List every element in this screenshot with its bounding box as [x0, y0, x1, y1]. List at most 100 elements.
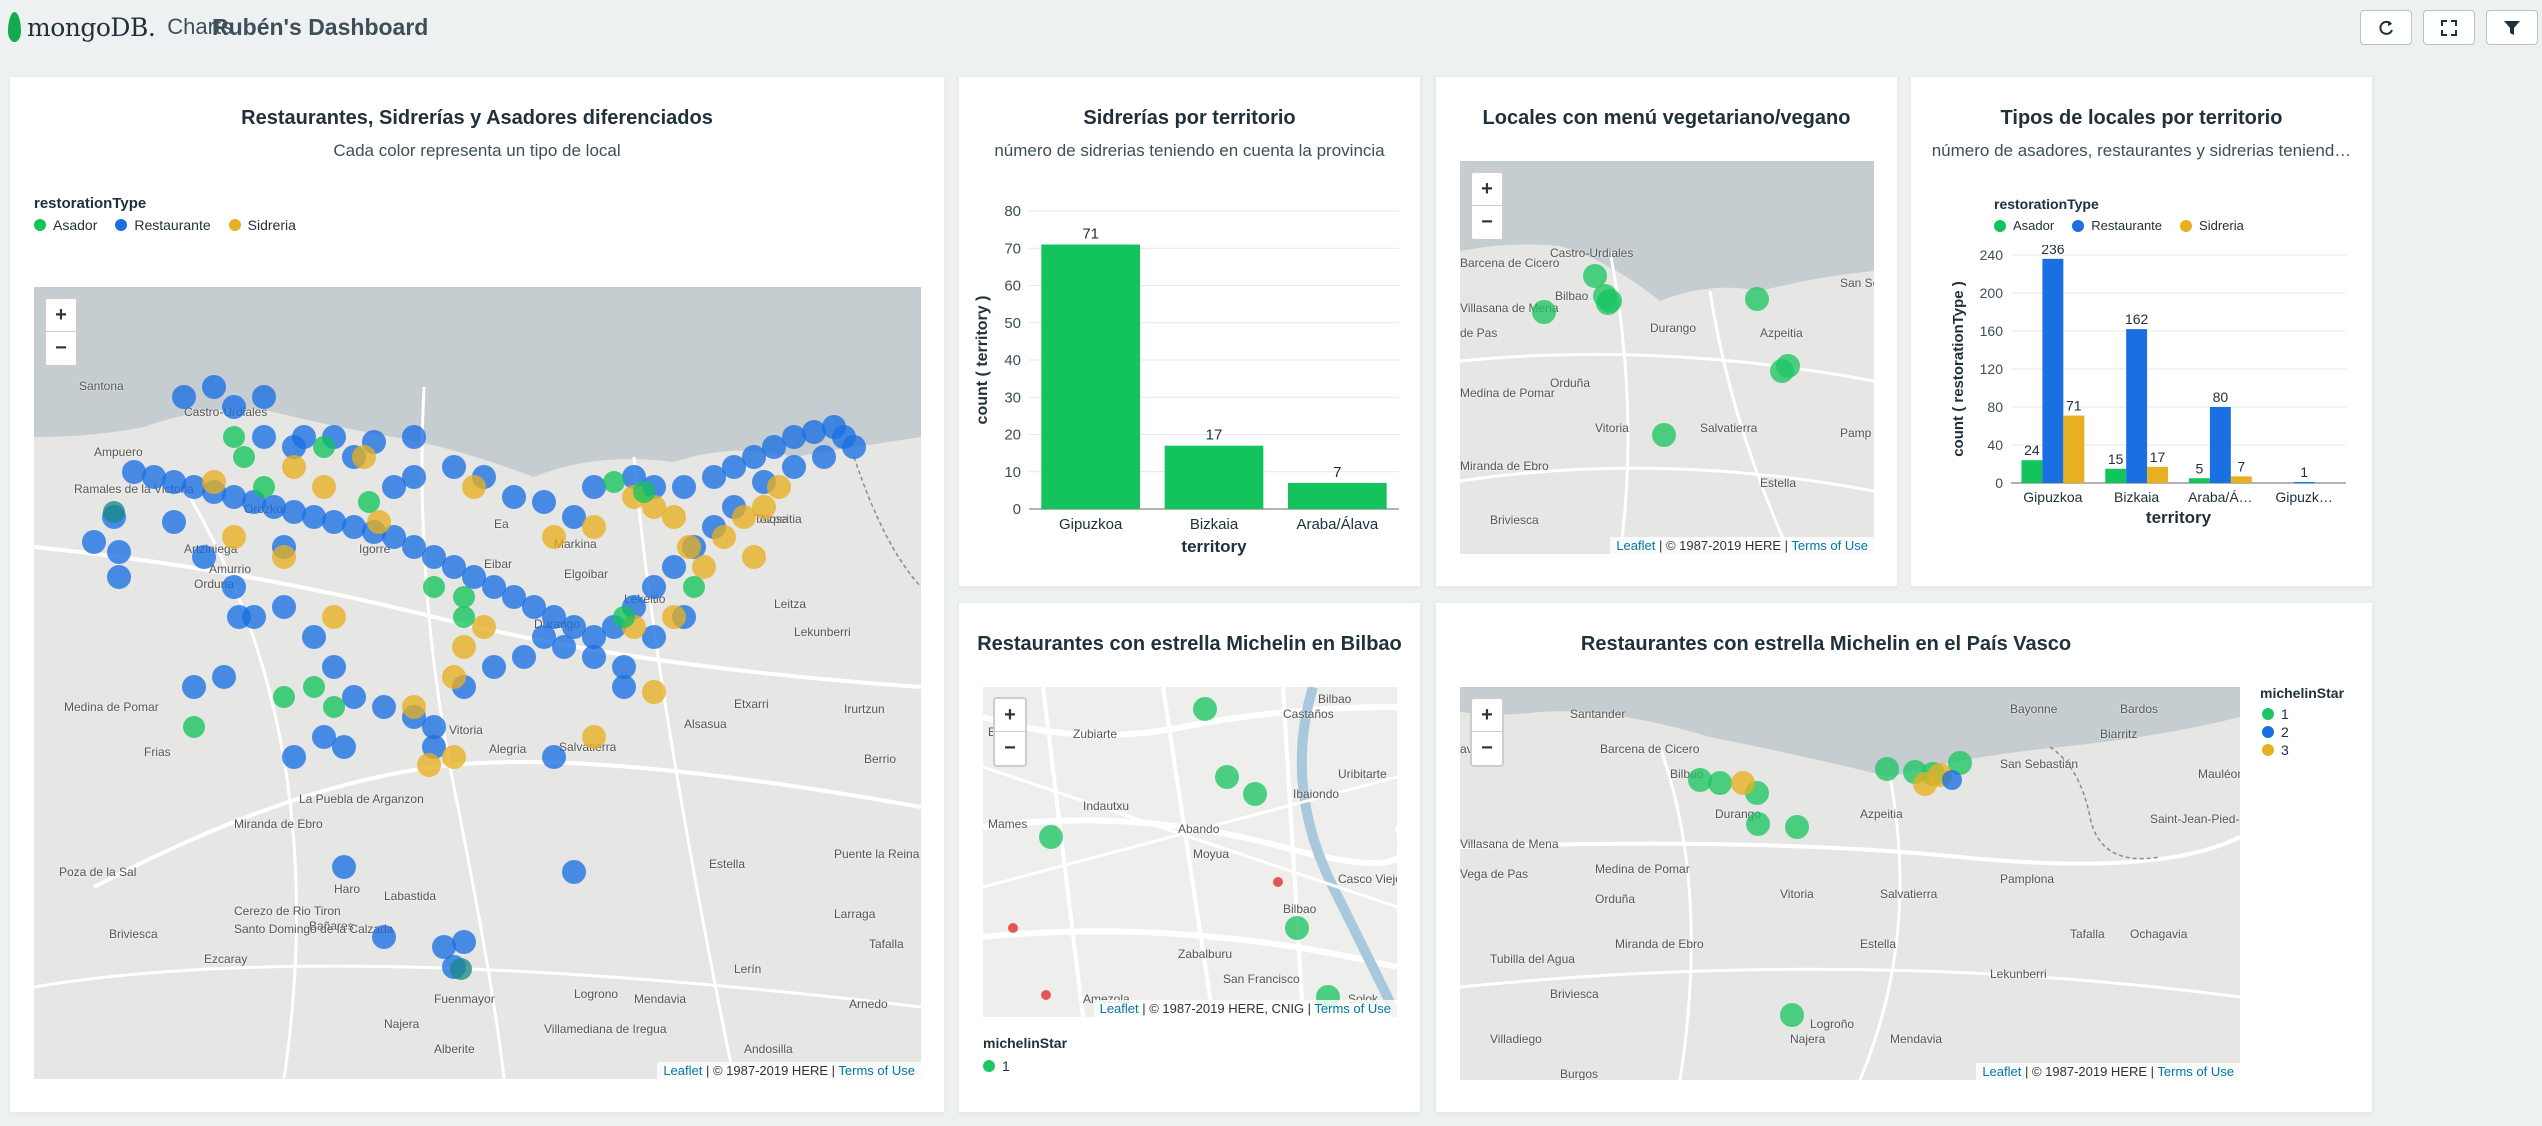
map-michelin-bilbao[interactable]: Bilbao Zubiarte Castaños Indautxu Abando Moyu… — [983, 687, 1397, 1017]
map-marker[interactable] — [453, 606, 475, 628]
map-marker[interactable] — [372, 925, 396, 949]
leaflet-link[interactable]: Leaflet — [1982, 1064, 2021, 1079]
map-marker[interactable] — [272, 595, 296, 619]
map-marker[interactable] — [303, 676, 325, 698]
map-marker[interactable] — [1770, 359, 1794, 383]
map-marker[interactable] — [367, 510, 391, 534]
leaflet-link[interactable]: Leaflet — [663, 1063, 702, 1078]
map-marker[interactable] — [222, 575, 246, 599]
map-marker[interactable] — [202, 375, 226, 399]
map-marker[interactable] — [402, 695, 426, 719]
bar[interactable] — [2293, 482, 2315, 484]
map-marker[interactable] — [417, 753, 441, 777]
map-marker[interactable] — [453, 586, 475, 608]
map-marker[interactable] — [107, 565, 131, 589]
map-marker[interactable] — [462, 475, 486, 499]
map-marker[interactable] — [322, 655, 346, 679]
map-marker[interactable] — [1215, 765, 1239, 789]
legend-item-star-1[interactable]: 1 — [2262, 706, 2289, 722]
map-marker[interactable] — [642, 575, 666, 599]
map-marker[interactable] — [313, 436, 335, 458]
map-marker[interactable] — [582, 645, 606, 669]
map-marker[interactable] — [1731, 771, 1755, 795]
bar[interactable] — [2063, 415, 2085, 483]
map-marker[interactable] — [282, 455, 306, 479]
map-marker[interactable] — [212, 665, 236, 689]
map-marker[interactable] — [1041, 990, 1051, 1000]
map-marker[interactable] — [442, 745, 466, 769]
map-marker[interactable] — [842, 435, 866, 459]
map-marker[interactable] — [222, 395, 246, 419]
map-marker[interactable] — [423, 576, 445, 598]
map-marker[interactable] — [472, 615, 496, 639]
map-marker[interactable] — [502, 485, 526, 509]
bar[interactable] — [1041, 244, 1140, 509]
map-marker[interactable] — [662, 605, 686, 629]
map-marker[interactable] — [227, 605, 251, 629]
map-marker[interactable] — [192, 545, 216, 569]
map-marker[interactable] — [107, 540, 131, 564]
map-marker[interactable] — [1942, 770, 1962, 790]
bar[interactable] — [1164, 445, 1264, 509]
leaflet-link[interactable]: Leaflet — [1100, 1001, 1139, 1016]
map-marker[interactable] — [452, 635, 476, 659]
map-marker[interactable] — [1780, 1003, 1804, 1027]
map-marker[interactable] — [450, 958, 472, 980]
map-marker[interactable] — [612, 675, 636, 699]
map-marker[interactable] — [252, 425, 276, 449]
zoom-in-button[interactable]: + — [1472, 173, 1502, 206]
map-marker[interactable] — [402, 425, 426, 449]
map-marker[interactable] — [342, 685, 366, 709]
map-marker[interactable] — [122, 460, 146, 484]
bar[interactable] — [2188, 478, 2210, 483]
terms-link[interactable]: Terms of Use — [838, 1063, 915, 1078]
map-marker[interactable] — [1008, 923, 1018, 933]
bar[interactable] — [2147, 466, 2169, 483]
map-marker[interactable] — [442, 665, 466, 689]
map-marker[interactable] — [1273, 877, 1283, 887]
map-marker[interactable] — [82, 530, 106, 554]
map-marker[interactable] — [332, 855, 356, 879]
map-marker[interactable] — [1875, 757, 1899, 781]
map-marker[interactable] — [677, 535, 701, 559]
map-marker[interactable] — [782, 455, 806, 479]
map-marker[interactable] — [582, 515, 606, 539]
map-marker[interactable] — [253, 476, 275, 498]
map-marker[interactable] — [542, 525, 566, 549]
bar[interactable] — [2230, 476, 2252, 483]
map-marker[interactable] — [562, 860, 586, 884]
map-marker[interactable] — [1596, 291, 1620, 315]
map-marker[interactable] — [1688, 768, 1712, 792]
map-marker[interactable] — [182, 675, 206, 699]
legend-item-sidreria[interactable]: Sidreria — [2180, 218, 2244, 233]
map-marker[interactable] — [1785, 815, 1809, 839]
map-restaurants[interactable]: SantonaCastro-UrdialesAmpueroRamales de … — [34, 287, 921, 1079]
map-marker[interactable] — [752, 495, 776, 519]
map-marker[interactable] — [512, 645, 536, 669]
legend-item-star-2[interactable]: 2 — [2262, 724, 2289, 740]
zoom-out-button[interactable]: − — [1472, 732, 1502, 765]
zoom-in-button[interactable]: + — [1472, 699, 1502, 732]
map-marker[interactable] — [1913, 772, 1937, 796]
zoom-in-button[interactable]: + — [995, 699, 1025, 732]
map-marker[interactable] — [582, 725, 606, 749]
bar[interactable] — [2105, 468, 2127, 483]
legend-item-asador[interactable]: Asador — [34, 217, 97, 233]
map-marker[interactable] — [1193, 697, 1217, 721]
map-marker[interactable] — [442, 455, 466, 479]
map-marker[interactable] — [352, 445, 376, 469]
terms-link[interactable]: Terms of Use — [1791, 538, 1868, 553]
map-marker[interactable] — [358, 491, 380, 513]
bar[interactable] — [2021, 460, 2043, 483]
legend-item-sidreria[interactable]: Sidreria — [228, 217, 296, 233]
filter-button[interactable] — [2486, 10, 2538, 45]
map-marker[interactable] — [233, 446, 255, 468]
map-marker[interactable] — [1243, 782, 1267, 806]
map-marker[interactable] — [172, 385, 196, 409]
map-marker[interactable] — [202, 470, 226, 494]
leaflet-link[interactable]: Leaflet — [1616, 538, 1655, 553]
zoom-in-button[interactable]: + — [46, 299, 76, 332]
zoom-out-button[interactable]: − — [46, 332, 76, 365]
bar[interactable] — [2209, 407, 2231, 483]
bar[interactable] — [2042, 258, 2064, 483]
